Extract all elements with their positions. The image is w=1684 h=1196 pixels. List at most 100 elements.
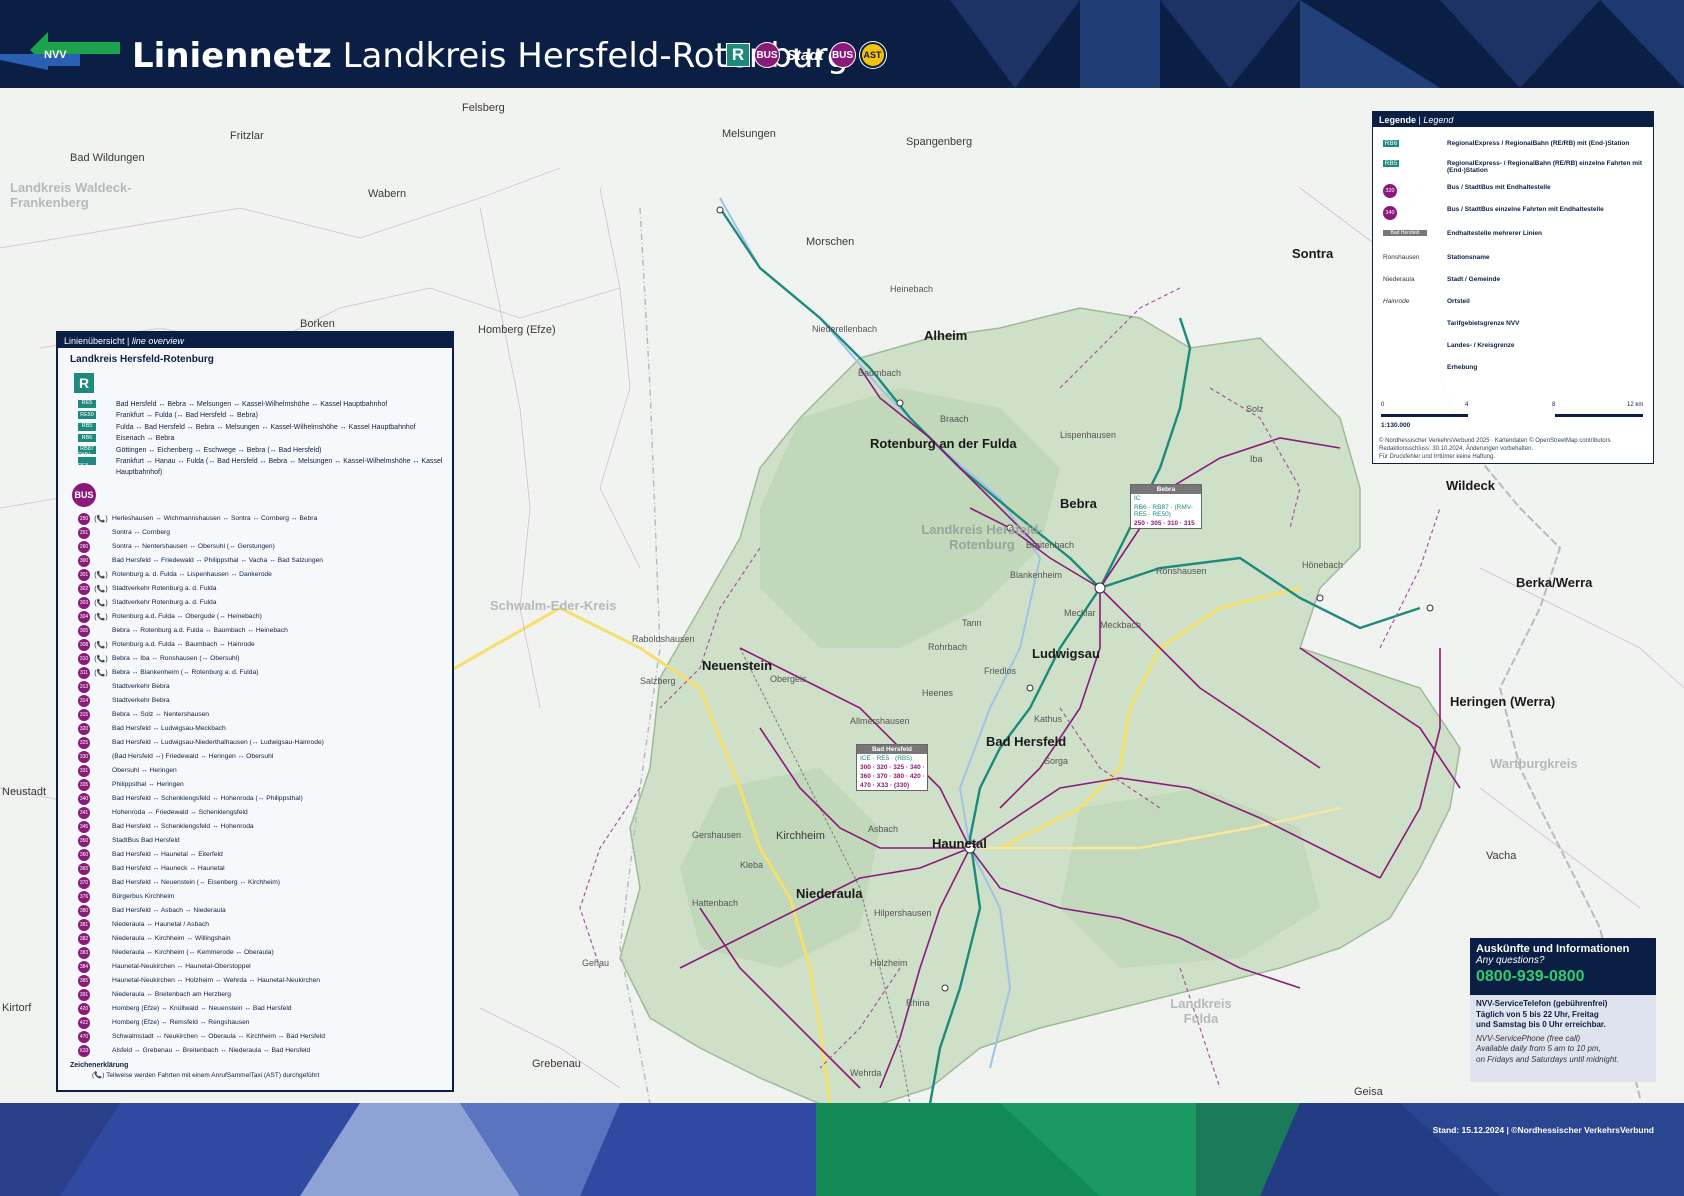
bus-line-route: Bad Hersfeld ↔ Hauneck ↔ Haunetal — [112, 865, 225, 873]
bus-line-row: 381 Niederaula ↔ Haunetal / Asbach — [58, 918, 452, 932]
info-en-3: on Fridays and Saturdays until midnight. — [1476, 1054, 1619, 1064]
legend-header: Legende | Legend — [1373, 112, 1653, 127]
overview-header-de: Linienübersicht — [64, 336, 125, 346]
ast-phone-icon: (📞) — [94, 669, 108, 677]
place-asbach: Asbach — [868, 824, 899, 834]
station-box-bad-hersfeld[interactable]: Bad Hersfeld ICE · RE5 · (RB5) 300 · 320… — [856, 744, 928, 791]
bus-line-number: 320 — [78, 722, 90, 735]
bus-line-row: 304 (📞) Rotenburg a.d. Fulda ↔ Obergude (↔… — [58, 610, 452, 624]
place-salzberg: Salzberg — [640, 676, 676, 686]
bus-line-route: Niederaula ↔ Breitenbach am Herzberg — [112, 991, 231, 999]
bus-line-number: 314 — [78, 694, 90, 707]
bus-line-number: 315 — [78, 708, 90, 721]
place-vacha: Vacha — [1486, 850, 1517, 862]
bus-line-route: StadtBus Bad Hersfeld — [112, 837, 180, 845]
place-melsungen: Melsungen — [722, 128, 776, 140]
bus-line-route: Bad Hersfeld ↔ Asbach ↔ Niederaula — [112, 907, 226, 915]
bus-line-row: 330 (Bad Hersfeld ↔) Friedewald ↔ Heringe… — [58, 750, 452, 764]
copyright-line: © Nordhessischer VerkehrsVerbund 2025 · … — [1379, 438, 1611, 444]
place-mecklar: Mecklar — [1064, 608, 1096, 618]
info-line-3: und Samstag bis 0 Uhr erreichbar. — [1476, 1020, 1606, 1029]
stand-date: Stand: 15.12.2024 | ©Nordhessischer Verk… — [1432, 1125, 1654, 1135]
bus-line-route: Haunetal-Neukirchen ↔ Holzheim ↔ Wehrda … — [112, 977, 321, 985]
rail-line-row: RE5 Bad Hersfeld ↔ Bebra ↔ Melsungen ↔ Ka… — [58, 399, 452, 410]
service-phone-number[interactable]: 0800-939-0800 — [1476, 968, 1650, 986]
rail-line-row: RB6 Eisenach ↔ Bebra — [58, 433, 452, 444]
rail-section-badge: R — [74, 373, 94, 393]
bus-line-row: 382 Niederaula ↔ Kirchheim ↔ Willingshain — [58, 932, 452, 946]
station-box-hersfeld-bus3: 470 · X33 · (330) — [860, 782, 910, 789]
ast-phone-icon: (📞) — [94, 585, 108, 593]
place-blankenheim: Blankenheim — [1010, 570, 1063, 580]
rail-line-row: RMV-RE5 Frankfurt ↔ Hanau ↔ Fulda (↔ Bad … — [58, 452, 452, 479]
footer: Stand: 15.12.2024 | ©Nordhessischer Verk… — [0, 1103, 1684, 1196]
bus-line-row: 340 Bad Hersfeld ↔ Schenklengsfeld ↔ Hohe… — [58, 792, 452, 806]
legend-text: Tarifgebietsgrenze NVV — [1447, 320, 1520, 327]
footer-background — [0, 1103, 1684, 1196]
bus-line-number: 325 — [78, 736, 90, 749]
bus-line-number: 335 — [78, 778, 90, 791]
bus-line-route: Bebra ↔ Iba ↔ Ronshausen (↔ Obersuhl) — [112, 655, 240, 663]
scale-label-12: 12 km — [1627, 402, 1644, 408]
bus-line-number: 313 — [78, 680, 90, 693]
scale-label-8: 8 — [1552, 402, 1556, 408]
bus-line-row: 385 Haunetal-Neukirchen ↔ Holzheim ↔ Wehr… — [58, 974, 452, 988]
rail-line-route: Frankfurt ↔ Hanau ↔ Fulda (↔ Bad Hersfel… — [116, 458, 443, 477]
bus-line-row: 360 Bad Hersfeld ↔ Haunetal ↔ Eiterfeld — [58, 848, 452, 862]
bus-line-number: 391 — [78, 988, 90, 1001]
legend-panel: Legende | Legend RB6 RegionalExpress / Re… — [1372, 111, 1654, 464]
rail-line-tag: RMV-RE5 — [78, 452, 96, 469]
station-box-bebra-rail: IC — [1134, 495, 1141, 502]
legend-text: RegionalExpress / RegionalBahn (RE/RB) m… — [1447, 140, 1630, 147]
legend-symbol: Hainrode — [1383, 298, 1410, 305]
place-ronshausen: Ronshausen — [1156, 566, 1207, 576]
legend-title: Legende — [1379, 115, 1417, 125]
bus-line-row: 370 Bad Hersfeld ↔ Neuenstein (↔ Eisenber… — [58, 876, 452, 890]
place-wildeck: Wildeck — [1446, 478, 1496, 493]
place-ludwigsau: Ludwigsau — [1032, 646, 1100, 661]
bus-line-row: 308 (📞) Rotenburg a.d. Fulda ↔ Baumbach ↔ … — [58, 638, 452, 652]
bus-line-route: Stadtverkehr Rotenburg a. d. Fulda — [112, 585, 217, 593]
bus-line-route: Bad Hersfeld ↔ Schenklengsfeld ↔ Hohenro… — [112, 823, 254, 831]
place-obergeis: Obergeis — [770, 674, 807, 684]
bus-line-row: 335 Philippsthal ↔ Heringen — [58, 778, 452, 792]
legend-symbol: RB5 — [1383, 160, 1399, 167]
bus-line-row: 300 Bad Hersfeld ↔ Friedewald ↔ Philippst… — [58, 554, 452, 568]
scale-ratio: 1:130.000 — [1381, 422, 1411, 429]
place-heenes: Heenes — [922, 688, 954, 698]
bus-line-route: Bad Hersfeld ↔ Neuenstein (↔ Eisenberg ↔… — [112, 879, 281, 887]
place-rhina: Rhina — [906, 998, 930, 1008]
place-holzheim: Holzheim — [870, 958, 908, 968]
station-box-bebra[interactable]: Bebra IC RB6 · RB87 · (RMV-RE5 · RE50) 2… — [1130, 484, 1202, 529]
bus-line-row: 341 Hohenroda ↔ Friedewald ↔ Schenklengsf… — [58, 806, 452, 820]
bus-line-number: X33 — [78, 1044, 90, 1057]
bus-line-number: 422 — [78, 1016, 90, 1029]
scale-label-0: 0 — [1381, 402, 1385, 408]
bus-line-number: 250 — [78, 512, 90, 525]
legend-text: RegionalExpress- / RegionalBahn (RE/RB) … — [1447, 160, 1643, 174]
line-overview-panel: Linienübersicht | line overview Landkrei… — [56, 331, 454, 1092]
bus-line-route: Sontra ↔ Nentershausen ↔ Obersuhl (↔ Ger… — [112, 543, 275, 551]
bus-line-row: 313 Stadtverkehr Bebra — [58, 680, 452, 694]
place-waldeck: Landkreis Waldeck-Frankenberg — [10, 180, 132, 210]
info-line-2: Täglich von 5 bis 22 Uhr, Freitag — [1476, 1009, 1599, 1019]
bus-line-row: 260 Sontra ↔ Nentershausen ↔ Obersuhl (↔ … — [58, 540, 452, 554]
bus-line-number: 345 — [78, 820, 90, 833]
overview-subtitle: Landkreis Hersfeld-Rotenburg — [70, 354, 214, 365]
bus-line-route: Stadtverkehr Rotenburg a. d. Fulda — [112, 599, 217, 607]
rail-line-tag: RE5 — [78, 400, 96, 408]
rail-badge: R — [726, 43, 750, 67]
ast-phone-icon: (📞) — [92, 1071, 105, 1079]
place-niederellenbach: Niederellenbach — [812, 324, 878, 334]
place-wartburgkreis: Wartburgkreis — [1490, 756, 1578, 771]
place-kirchheim: Kirchheim — [776, 830, 825, 842]
bus-line-number: 360 — [78, 848, 90, 861]
info-box-body: NVV-ServiceTelefon (gebührenfrei) Täglic… — [1470, 995, 1656, 1069]
place-bad-hersfeld: Bad Hersfeld — [986, 734, 1067, 749]
nvv-logo[interactable]: NVV — [0, 28, 120, 70]
bus-line-route: Bebra ↔ Rotenburg a.d. Fulda ↔ Baumbach … — [112, 627, 288, 635]
bus-line-number: 251 — [78, 526, 90, 539]
place-allmershausen: Allmershausen — [850, 716, 910, 726]
bus-line-row: 391 Niederaula ↔ Breitenbach am Herzberg — [58, 988, 452, 1002]
bus-line-number: 383 — [78, 946, 90, 959]
